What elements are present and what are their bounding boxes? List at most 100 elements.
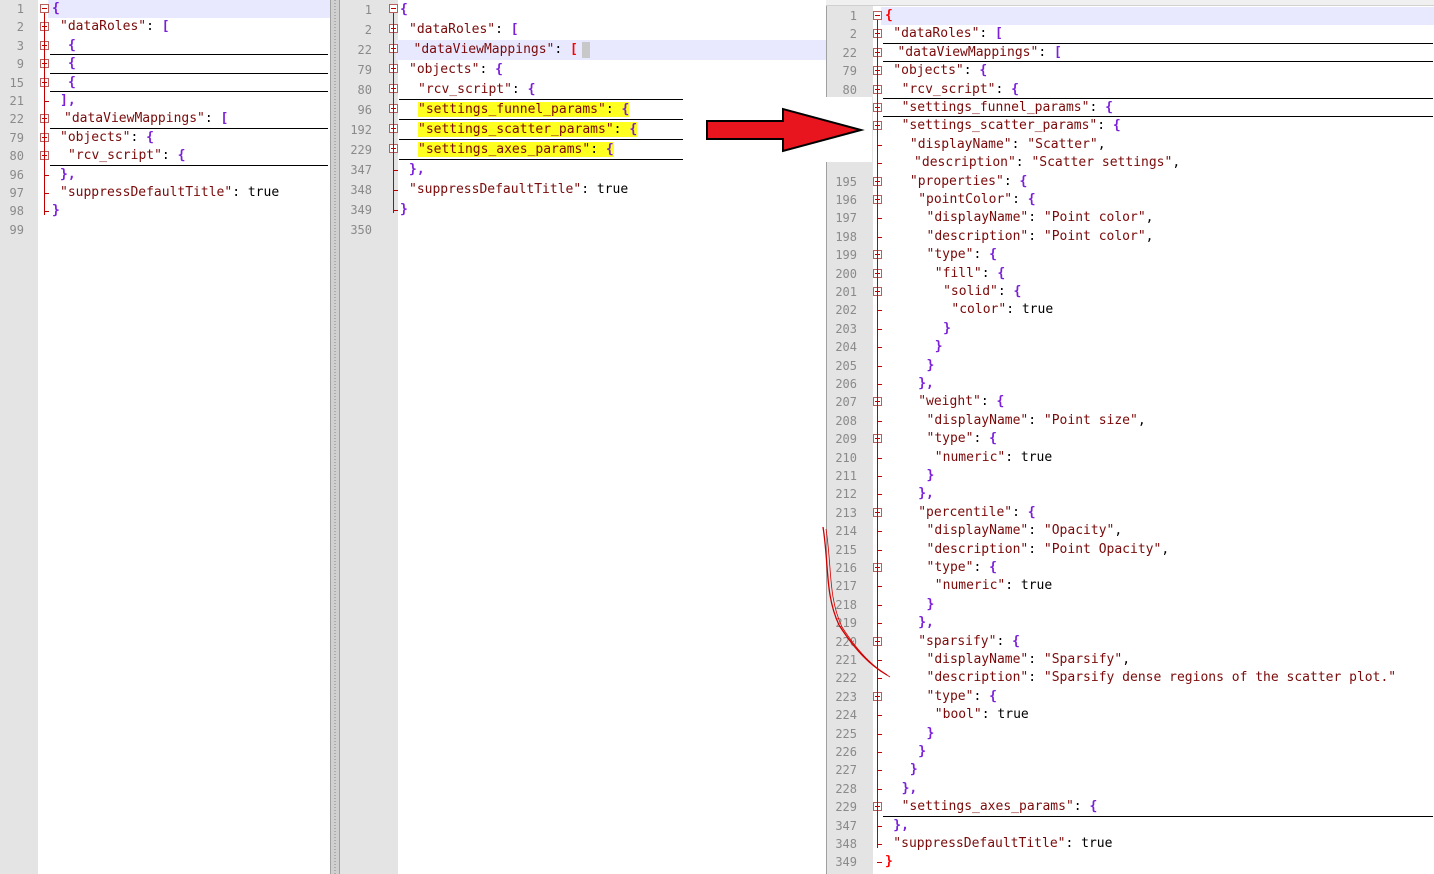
json-bracket: { (629, 122, 638, 137)
code-line[interactable]: 216 "type": { (827, 559, 1434, 577)
code-line[interactable]: 222 "description": "Sparsify dense region… (827, 669, 1434, 687)
json-bracket: ], (60, 93, 76, 108)
code-text: "description": "Sparsify dense regions o… (927, 669, 1397, 687)
code-text: { (52, 0, 60, 18)
code-line[interactable]: 203} (827, 320, 1434, 338)
code-text: "pointColor": { (918, 191, 1035, 209)
code-line[interactable]: 208 "displayName": "Point size", (827, 412, 1434, 430)
collapse-fold-icon[interactable] (389, 4, 398, 13)
right-editor-panel[interactable]: 1{2 "dataRoles": [22 "dataViewMappings": [… (826, 0, 1434, 874)
code-line[interactable]: 3{ (0, 37, 330, 56)
code-line[interactable]: 97 "suppressDefaultTitle": true (0, 184, 330, 202)
collapse-fold-icon[interactable] (40, 4, 49, 13)
code-line[interactable]: 225} (827, 725, 1434, 743)
line-number: 1 (364, 3, 372, 17)
collapse-fold-icon[interactable] (873, 11, 882, 20)
code-line[interactable]: 212}, (827, 485, 1434, 503)
code-text: "type": { (927, 559, 997, 577)
line-number: 1 (16, 2, 24, 16)
code-line[interactable]: 349} (827, 853, 1434, 871)
code-line[interactable]: "settings_scatter_params": { (827, 117, 1434, 135)
line-number: 206 (835, 377, 857, 391)
code-line[interactable]: 22 "dataViewMappings": [ (827, 44, 1434, 63)
code-line[interactable]: 348 "suppressDefaultTitle": true (340, 180, 826, 200)
code-line[interactable]: 99 (0, 221, 330, 239)
code-line[interactable]: 80 "rcv_script": { (827, 81, 1434, 99)
code-line[interactable]: 79 "objects": { (0, 129, 330, 147)
code-line[interactable]: 347}, (827, 817, 1434, 835)
code-line[interactable]: 198 "description": "Point color", (827, 228, 1434, 246)
code-line[interactable]: 80 "rcv_script": { (340, 80, 826, 100)
code-line[interactable]: 21], (0, 92, 330, 110)
code-line[interactable]: 195 "properties": { (827, 173, 1434, 191)
json-bracket: { (1112, 118, 1121, 134)
code-line[interactable]: 218} (827, 596, 1434, 614)
code-text: "rcv_script": { (418, 80, 535, 100)
line-number: 196 (835, 193, 857, 207)
code-line[interactable]: 226} (827, 743, 1434, 761)
code-line[interactable]: 205} (827, 357, 1434, 375)
json-bracket: }, (918, 615, 934, 631)
code-text: "fill": { (935, 265, 1005, 283)
code-line[interactable]: 2 "dataRoles": [ (0, 18, 330, 36)
code-line[interactable]: 213 "percentile": { (827, 504, 1434, 522)
code-line[interactable]: 196 "pointColor": { (827, 191, 1434, 209)
code-line[interactable]: 79 "objects": { (340, 60, 826, 80)
code-line[interactable]: 219}, (827, 614, 1434, 632)
code-line[interactable]: 347}, (340, 160, 826, 180)
code-line[interactable]: 223 "type": { (827, 688, 1434, 706)
code-line[interactable]: 2 "dataRoles": [ (827, 25, 1434, 44)
code-line[interactable]: 210 "numeric": true (827, 449, 1434, 467)
code-line[interactable]: 9{ (0, 55, 330, 74)
code-text: "description": "Scatter settings", (914, 154, 1180, 172)
code-line[interactable]: "description": "Scatter settings", (827, 154, 1434, 172)
code-line[interactable]: 79 "objects": { (827, 62, 1434, 80)
json-key: "numeric" (934, 449, 1006, 465)
code-line[interactable]: 215 "description": "Point Opacity", (827, 541, 1434, 559)
json-value: , (1122, 652, 1131, 667)
code-line[interactable]: 2 "dataRoles": [ (340, 20, 826, 40)
left-editor-panel[interactable]: 1{2 "dataRoles": [3{9{15{21], 22 "dataViewM… (0, 0, 330, 874)
code-line[interactable]: 22 "dataViewMappings": [ (0, 110, 330, 129)
code-text: "description": "Point color", (927, 228, 1154, 246)
json-value: , (1114, 523, 1123, 539)
line-number: 197 (835, 211, 857, 226)
code-line[interactable]: 98} (0, 202, 330, 220)
code-line[interactable]: 1{ (17, 0, 330, 19)
panel-splitter[interactable] (330, 0, 340, 874)
code-line[interactable]: 96}, (0, 166, 330, 184)
code-line[interactable]: 220 "sparsify": { (827, 633, 1434, 651)
code-line[interactable]: 204} (827, 338, 1434, 356)
code-line[interactable]: 1{ (850, 7, 1434, 26)
code-line[interactable]: 199 "type": { (827, 246, 1434, 264)
code-line[interactable]: 221 "displayName": "Sparsify", (827, 651, 1434, 669)
code-line[interactable]: 15 { (0, 74, 330, 92)
code-line[interactable]: 348 "suppressDefaultTitle": true (827, 835, 1434, 853)
code-line[interactable]: 217 "numeric": true (827, 577, 1434, 595)
code-line[interactable]: 350 (340, 220, 826, 240)
line-number: 2 (16, 20, 24, 35)
code-line[interactable]: "displayName": "Scatter", (827, 136, 1434, 154)
code-line[interactable]: 197 "displayName": "Point color", (827, 209, 1434, 227)
code-line[interactable]: 229 "settings_axes_params": { (827, 798, 1434, 817)
code-line[interactable]: 227} (827, 761, 1434, 779)
code-line[interactable]: 206}, (827, 375, 1434, 393)
code-line[interactable]: 201 "solid": { (827, 283, 1434, 301)
code-line[interactable]: 224 "bool": true (827, 706, 1434, 724)
code-line[interactable]: 214 "displayName": "Opacity", (827, 522, 1434, 540)
code-line[interactable]: 211} (827, 467, 1434, 485)
code-line[interactable]: 228}, (827, 780, 1434, 798)
code-line[interactable]: 207 "weight": { (827, 393, 1434, 411)
code-line[interactable]: 202 "color": true (827, 301, 1434, 319)
code-line[interactable]: 209 "type": { (827, 430, 1434, 448)
code-line[interactable]: 349} (340, 200, 826, 220)
code-line[interactable]: 80 "rcv_script": { (0, 147, 330, 166)
code-line[interactable]: 1{ (340, 0, 826, 20)
json-value: : (479, 62, 496, 77)
code-line[interactable]: 96"settings_funnel_params": { (827, 99, 1434, 118)
line-number: 199 (835, 248, 857, 263)
json-value: : (963, 63, 980, 79)
code-line[interactable]: 200 "fill": { (827, 265, 1434, 283)
code-line[interactable]: 22 "dataViewMappings": [ (358, 40, 826, 60)
line-number: 22 (9, 112, 24, 127)
